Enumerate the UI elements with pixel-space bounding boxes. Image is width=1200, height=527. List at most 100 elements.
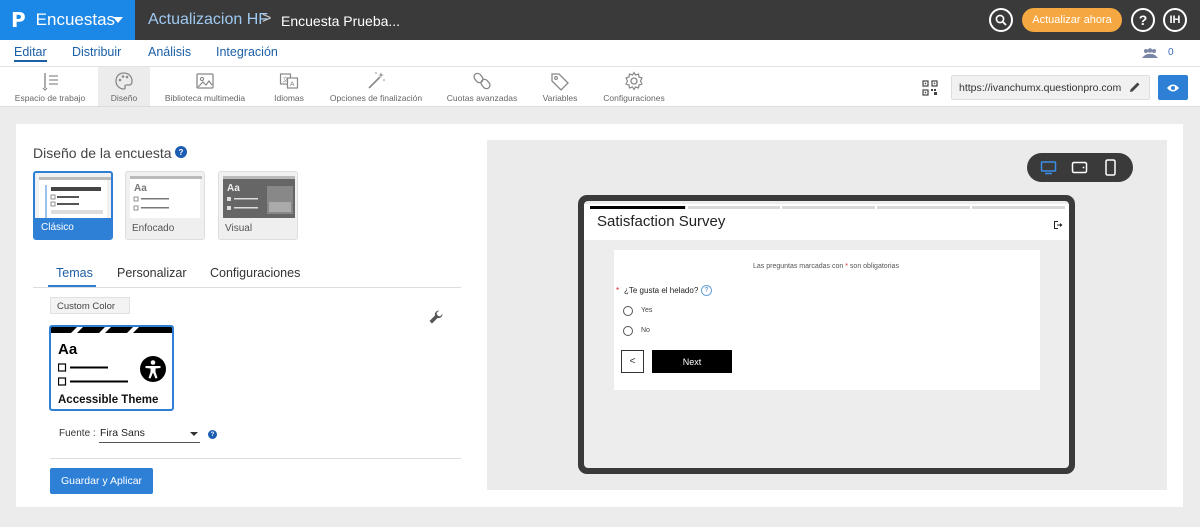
magic-wand-icon — [368, 72, 385, 89]
layout-thumbnail: Aa — [130, 176, 202, 218]
tab-divider — [33, 287, 461, 288]
tool-label: Idiomas — [274, 93, 304, 103]
tool-label: Cuotas avanzadas — [446, 93, 518, 103]
survey-url-field[interactable]: https://ivanchumx.questionpro.com — [951, 75, 1150, 100]
breadcrumb-survey[interactable]: Encuesta Prueba... — [281, 13, 400, 29]
tool-languages[interactable]: 文A Idiomas — [266, 67, 312, 106]
search-button[interactable] — [989, 8, 1013, 32]
tool-workspace[interactable]: Espacio de trabajo — [8, 67, 92, 106]
wrench-icon[interactable] — [428, 309, 444, 325]
back-button[interactable]: < — [621, 350, 644, 373]
mobile-icon[interactable] — [1102, 159, 1119, 176]
tool-settings[interactable]: Configuraciones — [600, 67, 668, 106]
menu-editar[interactable]: Editar — [14, 45, 47, 62]
help-button[interactable]: ? — [1131, 8, 1155, 32]
radio-yes[interactable] — [623, 306, 633, 316]
tool-label: Opciones de finalización — [329, 93, 423, 103]
custom-color-option[interactable]: Custom Color — [50, 297, 130, 314]
theme-name: Accessible Theme — [58, 394, 159, 406]
option-label: Yes — [641, 307, 653, 314]
questionpro-logo: P — [11, 8, 26, 32]
layout-aa-text: Aa — [227, 183, 240, 194]
tag-icon — [551, 73, 569, 91]
tool-label: Espacio de trabajo — [14, 93, 86, 103]
tab-customize[interactable]: Personalizar — [117, 266, 186, 280]
breadcrumb-folder[interactable]: Actualizacion HF — [148, 11, 268, 29]
layout-aa-text: Aa — [134, 183, 147, 194]
layout-thumbnail: Aa — [223, 176, 295, 218]
svg-text:A: A — [290, 80, 295, 88]
required-note: Las preguntas marcadas con * son obligat… — [753, 263, 899, 270]
layout-classic-card[interactable]: Clásico — [33, 171, 113, 240]
layout-caption: Visual — [219, 219, 297, 239]
qr-code-icon[interactable] — [922, 80, 938, 96]
eye-icon — [1167, 84, 1179, 91]
radio-no[interactable] — [623, 326, 633, 336]
option-label: No — [641, 327, 650, 334]
font-label: Fuente : — [59, 428, 96, 439]
chevron-down-icon — [190, 432, 198, 436]
app-switcher[interactable]: P Encuestas — [0, 0, 135, 40]
workspace-icon — [42, 73, 58, 91]
font-select[interactable]: Fira Sans — [99, 425, 200, 443]
user-avatar[interactable]: IH — [1163, 8, 1187, 32]
tool-advanced-quotas[interactable]: Cuotas avanzadas — [444, 67, 520, 106]
active-tab-indicator — [48, 285, 96, 287]
question-required-star: * — [616, 286, 620, 295]
breadcrumb-separator: > — [262, 10, 272, 27]
tool-media-library[interactable]: Biblioteca multimedia — [160, 67, 250, 106]
tool-label: Variables — [542, 93, 578, 103]
exit-icon[interactable] — [1053, 220, 1063, 230]
section-title: Diseño de la encuesta — [33, 145, 172, 161]
question-text: ¿Te gusta el helado? — [624, 286, 699, 295]
layout-focused-card[interactable]: Aa Enfocado — [125, 171, 205, 240]
tool-variables[interactable]: Variables — [538, 67, 582, 106]
menu-analisis[interactable]: Análisis — [148, 45, 191, 59]
form-divider — [50, 458, 461, 459]
tool-label: Biblioteca multimedia — [164, 93, 246, 103]
link-icon — [473, 72, 491, 90]
progress-bar — [590, 206, 1065, 209]
tab-themes[interactable]: Temas — [56, 266, 93, 280]
theme-preview-text: Aa — [58, 341, 78, 358]
next-button[interactable]: Next — [652, 350, 732, 373]
font-help-icon[interactable]: ? — [208, 430, 217, 439]
tool-finish-options[interactable]: Opciones de finalización — [326, 67, 426, 106]
save-apply-button[interactable]: Guardar y Aplicar — [50, 468, 153, 494]
layout-caption: Clásico — [35, 218, 111, 238]
svg-text:文: 文 — [283, 76, 289, 84]
update-now-button[interactable]: Actualizar ahora — [1022, 8, 1122, 32]
survey-title: Satisfaction Survey — [597, 213, 726, 230]
gear-icon — [625, 71, 643, 91]
preview-button[interactable] — [1158, 75, 1188, 100]
required-note-text: son obligatorias — [849, 263, 899, 270]
required-star: * — [845, 263, 848, 270]
layout-caption: Enfocado — [126, 219, 204, 239]
language-icon: 文A — [279, 73, 299, 89]
image-icon — [196, 73, 214, 89]
font-value: Fira Sans — [100, 427, 145, 439]
question-help-icon[interactable]: ? — [701, 285, 712, 296]
menu-integracion[interactable]: Integración — [216, 45, 278, 59]
menu-distribuir[interactable]: Distribuir — [72, 45, 121, 59]
search-icon — [995, 14, 1007, 26]
chevron-down-icon — [113, 17, 123, 23]
tab-configurations[interactable]: Configuraciones — [210, 266, 300, 280]
desktop-icon[interactable] — [1040, 159, 1057, 176]
tablet-landscape-icon[interactable] — [1071, 159, 1088, 176]
design-help-icon[interactable]: ? — [175, 146, 187, 158]
survey-url: https://ivanchumx.questionpro.com — [959, 82, 1122, 94]
app-name: Encuestas — [35, 10, 116, 29]
collaborators-icon[interactable] — [1141, 48, 1159, 61]
theme-card-accessible[interactable]: Aa Accessible Theme — [49, 325, 174, 411]
layout-thumbnail — [39, 177, 111, 219]
accessibility-icon — [140, 356, 166, 382]
tool-design[interactable]: Diseño — [98, 67, 150, 106]
tool-label: Configuraciones — [603, 93, 665, 103]
device-toggle — [1027, 153, 1133, 182]
tool-label: Diseño — [110, 93, 138, 103]
required-note-text: Las preguntas marcadas con — [753, 263, 844, 270]
layout-visual-card[interactable]: Aa Visual — [218, 171, 298, 240]
pencil-icon[interactable] — [1128, 80, 1142, 94]
palette-icon — [115, 72, 133, 90]
